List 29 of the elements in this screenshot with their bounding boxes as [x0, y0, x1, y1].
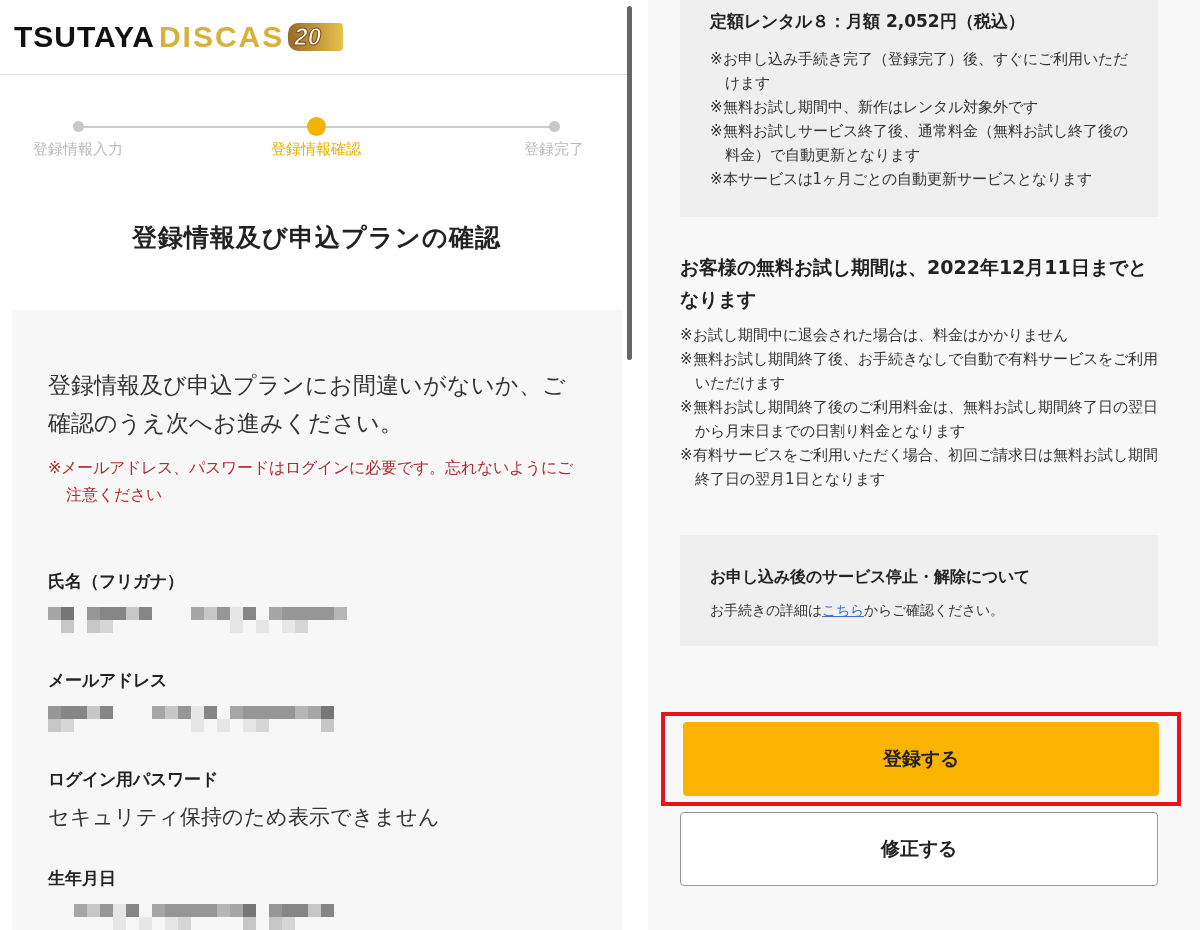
info-text: お手続きの詳細は こちらからご確認ください。: [710, 602, 1005, 620]
details-link[interactable]: こちら: [822, 602, 864, 618]
step-label: 登録情報入力: [33, 140, 123, 160]
logo-text: DISCAS: [158, 20, 285, 55]
plan-name: 定額レンタル８：月額 2,052円（税込）: [710, 10, 1026, 33]
field-label: ログイン用パスワード: [48, 768, 219, 791]
step-label: 登録完了: [524, 140, 584, 160]
note-text: ※無料お試し期間終了後のご利用料金は、無料お試し期間終了日の翌日から月末日までの日割り料金となります: [680, 397, 1158, 442]
step-label: 登録情報確認: [271, 140, 361, 160]
warning-text: ※メールアドレス、パスワードはログインに必要です。忘れないようにご注意ください: [48, 457, 575, 506]
field-label: メールアドレス: [48, 669, 168, 692]
logo-badge: 20: [288, 23, 343, 52]
note-text: ※お申し込み手続き完了（登録完了）後、すぐにご利用いただけます: [710, 49, 1128, 94]
note-text: ※無料お試し期間終了後、お手続きなしで自動で有料サービスをご利用いただけます: [680, 349, 1158, 394]
note-text: ※お試し期間中に退会された場合は、料金はかかりません: [680, 325, 1069, 346]
field-label: 生年月日: [48, 867, 117, 890]
edit-button[interactable]: 修正する: [680, 812, 1158, 886]
field-label: 氏名（フリガナ）: [48, 570, 185, 593]
field-value: セキュリティ保持のため表示できません: [48, 804, 441, 831]
intro-text: 登録情報及び申込プランにお間違いがないか、ご確認のうえ次へお進みください。: [48, 371, 567, 438]
note-text: ※無料お試しサービス終了後、通常料金（無料お試し終了後の料金）で自動更新となります: [710, 121, 1128, 166]
note-text: ※無料お試し期間中、新作はレンタル対象外です: [710, 97, 1039, 118]
logo-text: TSUTAYA: [14, 20, 155, 55]
info-title: お申し込み後のサービス停止・解除について: [710, 567, 1031, 588]
trial-heading: お客様の無料お試し期間は、2022年12月11日までとなります: [680, 255, 1148, 312]
note-text: ※本サービスは1ヶ月ごとの自動更新サービスとなります: [710, 169, 1094, 190]
note-text: ※有料サービスをご利用いただく場合、初回ご請求日は無料お試し期間終了日の翌月1日となります: [680, 445, 1158, 490]
page-title: 登録情報及び申込プランの確認: [130, 222, 502, 254]
register-button[interactable]: 登録する: [683, 722, 1159, 796]
